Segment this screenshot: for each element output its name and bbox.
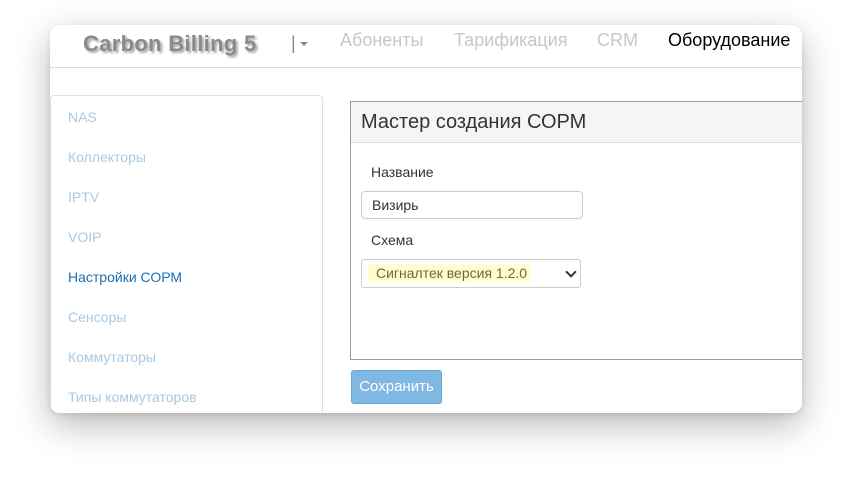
chevron-down-icon bbox=[565, 266, 577, 278]
sidebar-item-switches[interactable]: Коммутаторы bbox=[68, 349, 156, 365]
sidebar: NAS Коллекторы IPTV VOIP Настройки СОРМ … bbox=[50, 95, 323, 413]
nav-item-subscribers[interactable]: Абоненты bbox=[340, 30, 423, 51]
sidebar-item-collectors[interactable]: Коллекторы bbox=[68, 149, 146, 165]
brand-logo[interactable]: Carbon Billing 5 bbox=[83, 31, 256, 57]
save-button[interactable]: Сохранить bbox=[351, 370, 442, 404]
name-label: Название bbox=[371, 164, 434, 180]
scheme-label: Схема bbox=[371, 232, 414, 248]
sidebar-item-voip[interactable]: VOIP bbox=[68, 229, 101, 245]
sorm-wizard-panel: Мастер создания СОРМ Название Схема Сигн… bbox=[350, 101, 802, 360]
app-window: Carbon Billing 5 | Абоненты Тарификация … bbox=[50, 25, 802, 413]
nav-item-crm[interactable]: CRM bbox=[597, 30, 638, 51]
nav-dropdown[interactable]: | bbox=[291, 33, 308, 54]
caret-down-icon bbox=[299, 42, 308, 47]
sidebar-item-sensors[interactable]: Сенсоры bbox=[68, 309, 126, 325]
nav-item-equipment[interactable]: Оборудование bbox=[668, 30, 790, 51]
sidebar-item-nas[interactable]: NAS bbox=[68, 109, 97, 125]
name-input[interactable] bbox=[361, 191, 583, 219]
panel-title: Мастер создания СОРМ bbox=[361, 111, 587, 133]
top-navbar: Carbon Billing 5 | Абоненты Тарификация … bbox=[50, 25, 802, 68]
sidebar-item-iptv[interactable]: IPTV bbox=[68, 189, 99, 205]
nav-dropdown-label: | bbox=[291, 33, 296, 53]
panel-heading: Мастер создания СОРМ bbox=[351, 102, 802, 143]
nav-item-tariffing[interactable]: Тарификация bbox=[454, 30, 568, 51]
scheme-select-value: Сигналтек версия 1.2.0 bbox=[368, 264, 531, 282]
scheme-select[interactable]: Сигналтек версия 1.2.0 bbox=[361, 259, 581, 288]
sidebar-item-sorm-settings[interactable]: Настройки СОРМ bbox=[68, 269, 182, 285]
sidebar-item-switch-types[interactable]: Типы коммутаторов bbox=[68, 389, 197, 405]
